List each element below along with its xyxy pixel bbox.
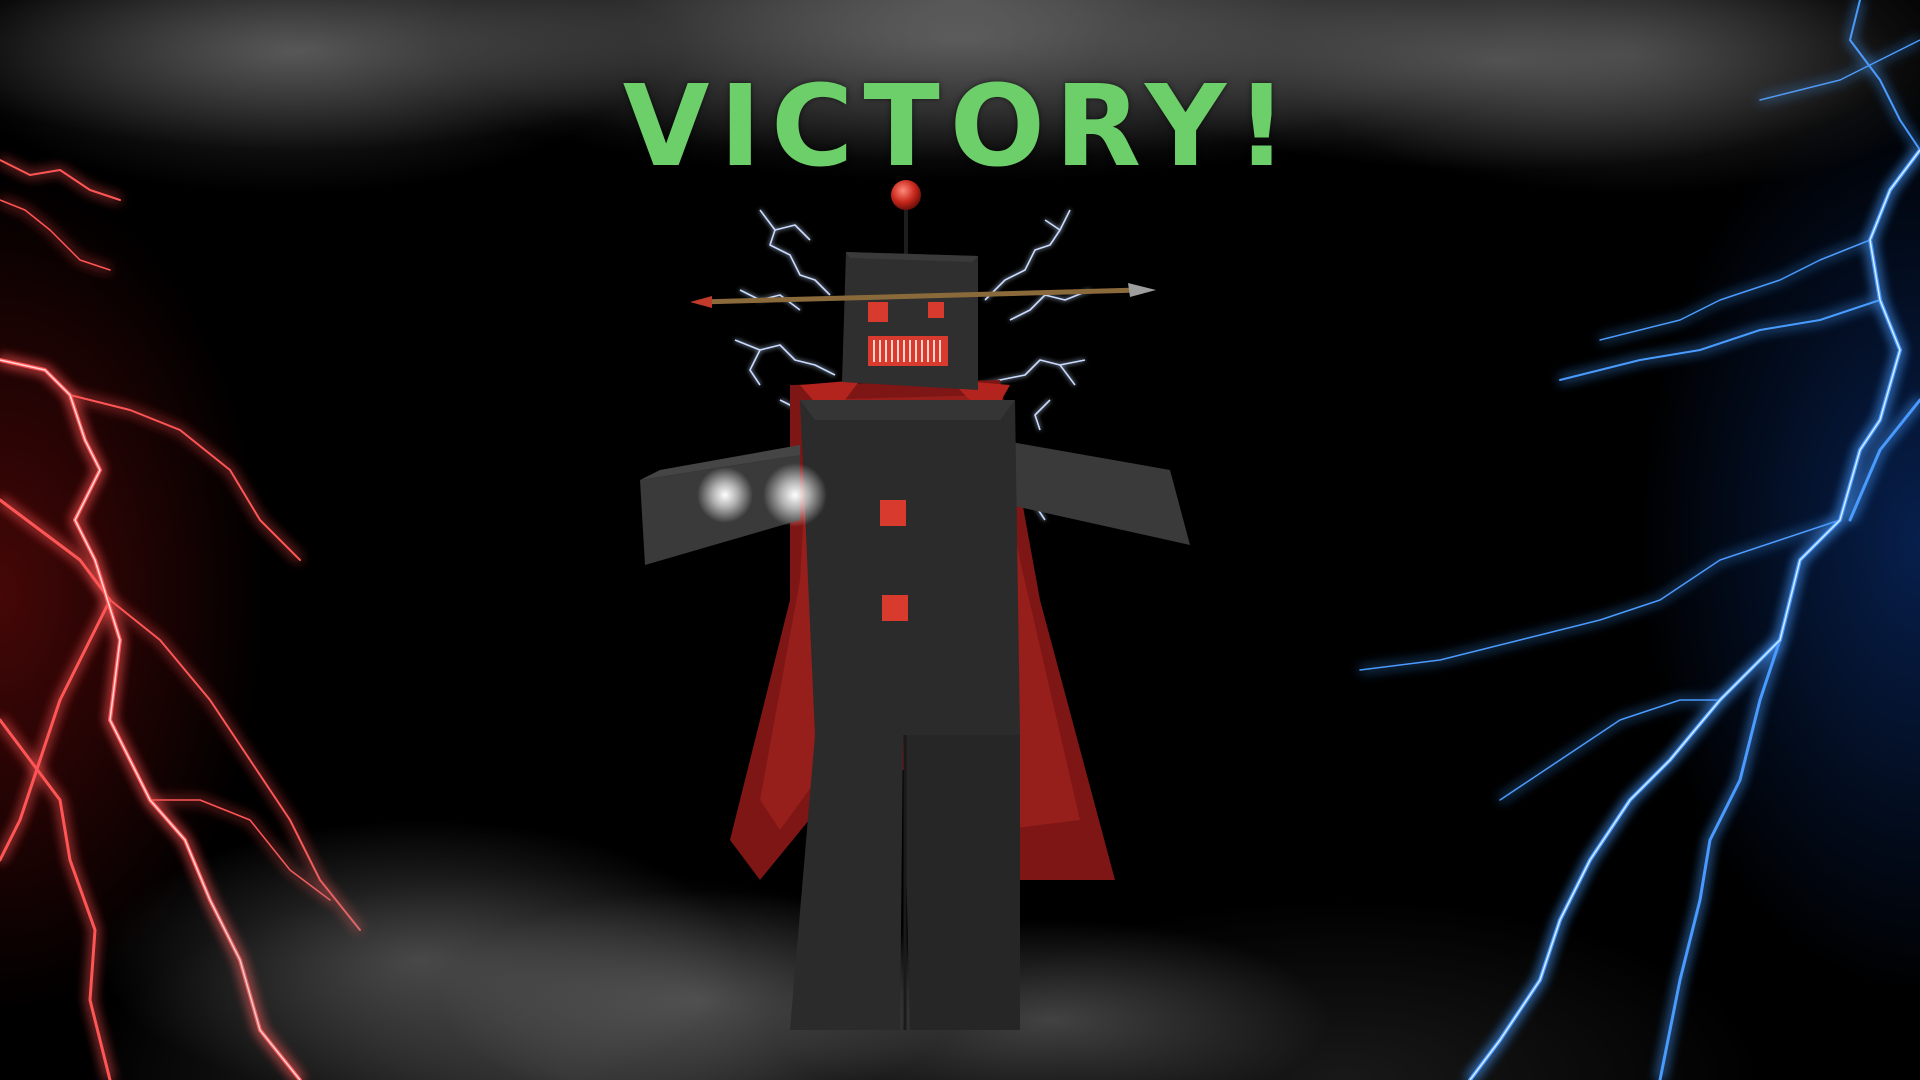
- victory-screen: VICTORY!: [0, 0, 1920, 1080]
- victory-title: VICTORY!: [622, 62, 1298, 192]
